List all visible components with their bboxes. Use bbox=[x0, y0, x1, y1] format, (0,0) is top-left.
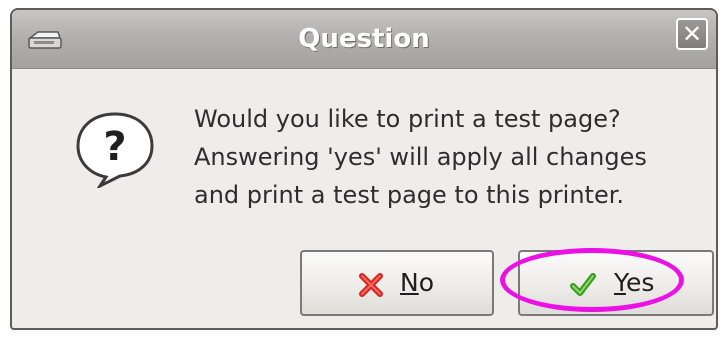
message-line: Answering 'yes' will apply all changes bbox=[194, 143, 647, 171]
yes-label-rest: es bbox=[625, 268, 655, 297]
question-dialog: Question ✕ ? Would you like to print a t… bbox=[10, 8, 718, 330]
green-check-icon bbox=[570, 273, 596, 296]
message-line: and print a test page to this printer. bbox=[194, 181, 625, 209]
yes-button-label: Yes bbox=[614, 268, 654, 297]
dialog-message: Would you like to print a test page? Ans… bbox=[194, 100, 714, 214]
close-button[interactable]: ✕ bbox=[676, 18, 708, 50]
no-label-rest: o bbox=[418, 268, 434, 297]
no-mnemonic: N bbox=[400, 268, 419, 297]
question-icon: ? bbox=[76, 112, 154, 188]
red-x-icon bbox=[359, 273, 383, 297]
no-button-label: No bbox=[400, 268, 434, 297]
title-bar[interactable]: Question ✕ bbox=[12, 10, 716, 69]
message-line: Would you like to print a test page? bbox=[194, 105, 621, 133]
yes-button[interactable]: Yes bbox=[518, 250, 714, 316]
yes-mnemonic: Y bbox=[614, 268, 626, 297]
window-title: Question bbox=[298, 24, 430, 54]
svg-text:?: ? bbox=[103, 124, 126, 170]
no-button[interactable]: No bbox=[300, 250, 494, 316]
close-icon: ✕ bbox=[681, 20, 703, 48]
